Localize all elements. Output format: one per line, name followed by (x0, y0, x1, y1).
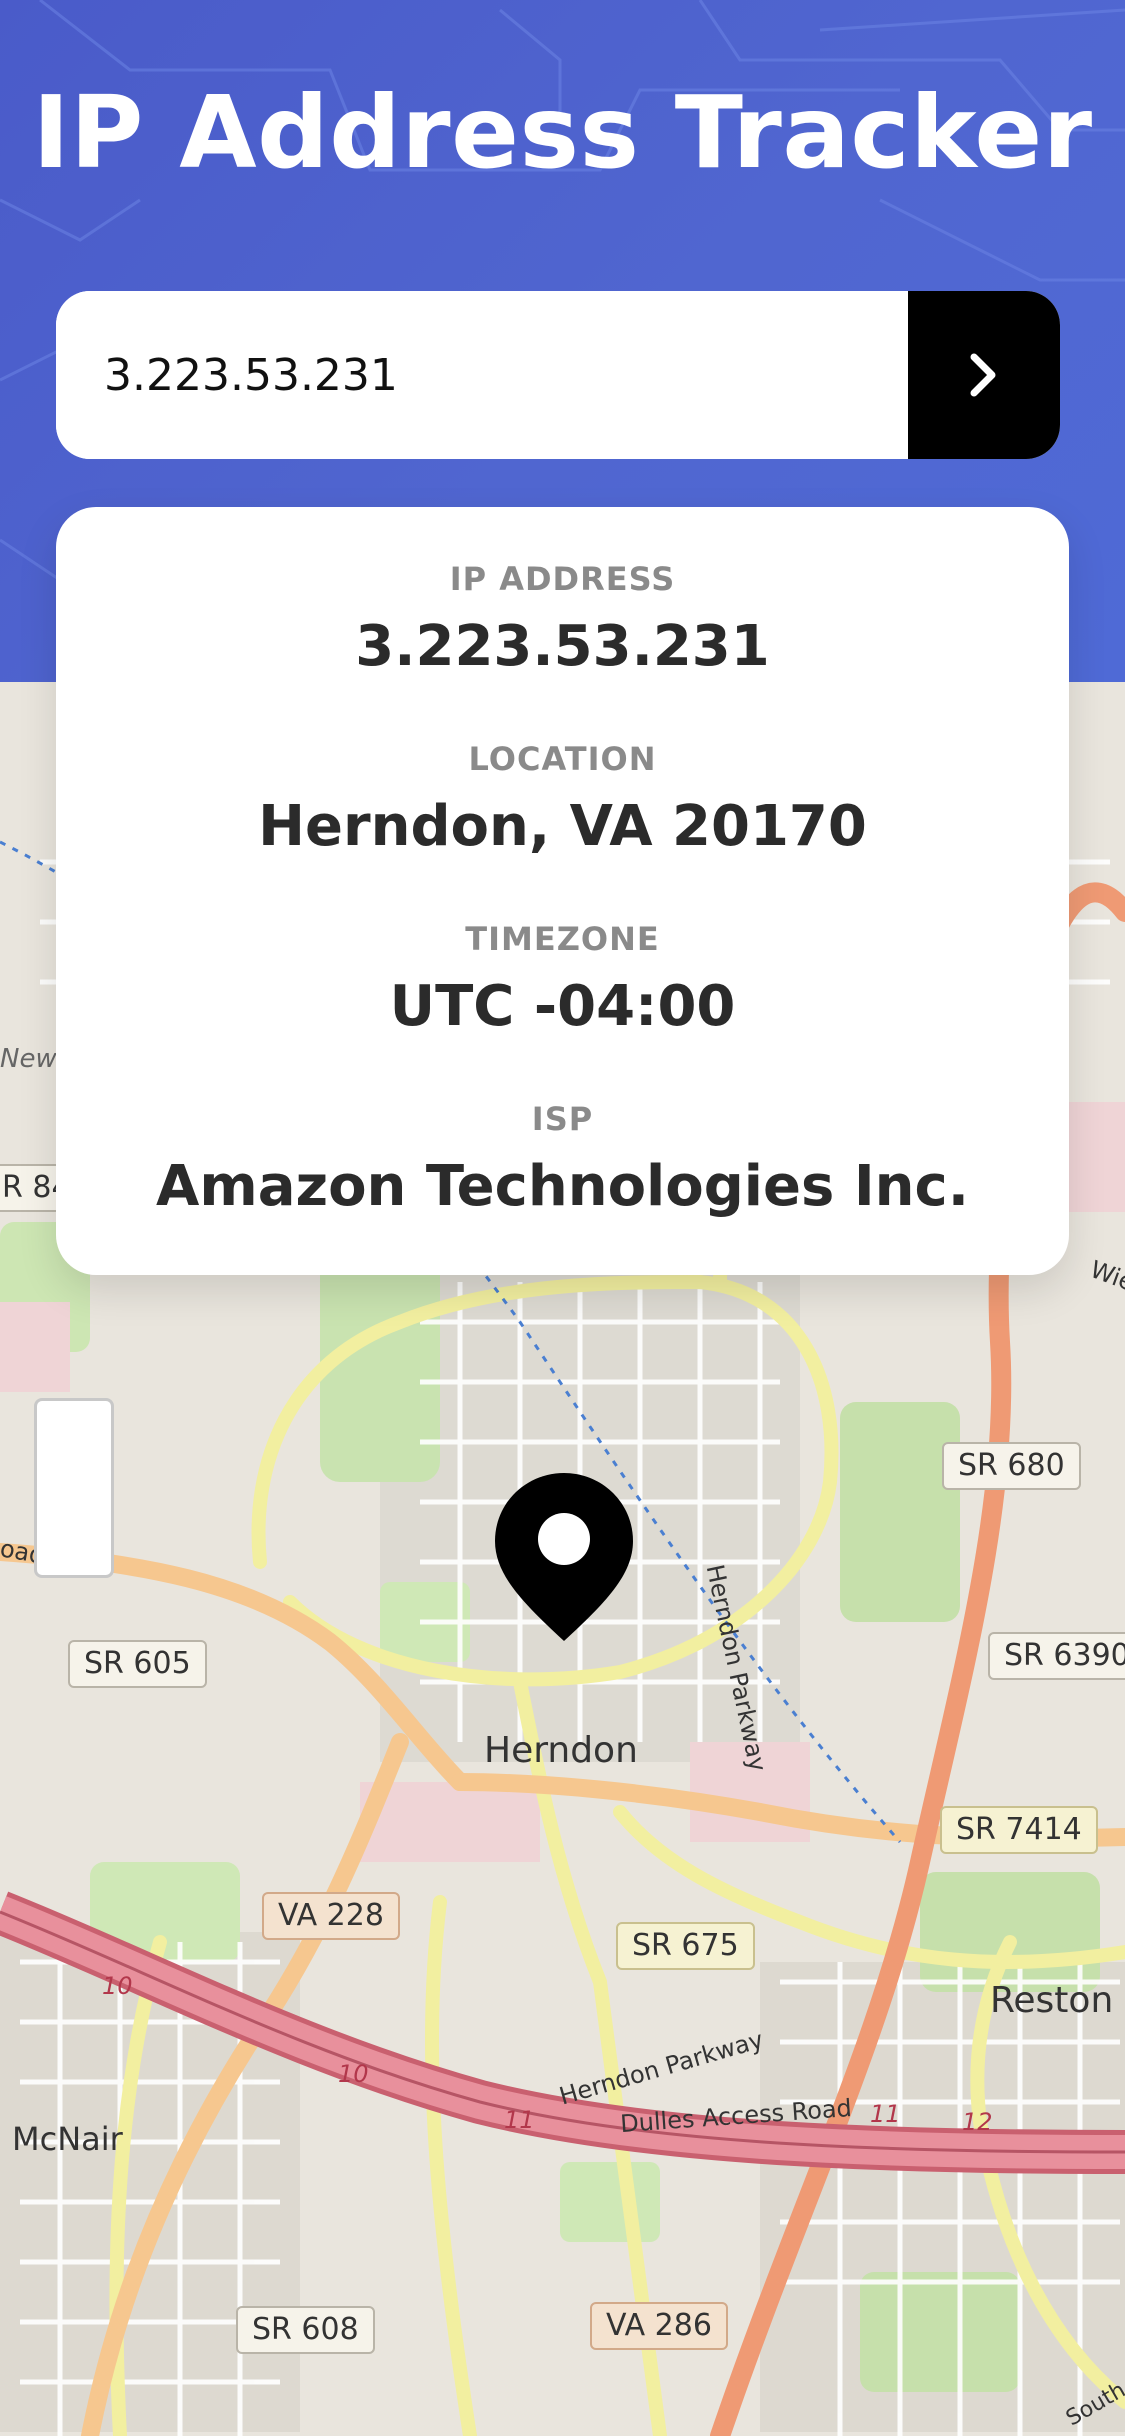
isp-block: ISP Amazon Technologies Inc. (56, 1097, 1069, 1227)
ip-tracker-page: Herndon Reston McNair Dulles Access Road… (0, 0, 1125, 2436)
route-shield: SR 7414 (940, 1806, 1098, 1854)
location-label: LOCATION (468, 740, 657, 778)
map-label-mcnair: McNair (12, 2120, 123, 2158)
isp-value: Amazon Technologies Inc. (156, 1154, 969, 1219)
route-shield: VA 228 (262, 1892, 400, 1940)
ip-address-label: IP ADDRESS (449, 560, 676, 598)
route-shield: VA 286 (590, 2302, 728, 2350)
timezone-value: UTC -04:00 (389, 974, 736, 1039)
location-block: LOCATION Herndon, VA 20170 (56, 737, 1069, 867)
route-shield: SR 605 (68, 1640, 207, 1688)
map-label-reston: Reston (990, 1980, 1114, 2021)
location-value: Herndon, VA 20170 (258, 794, 867, 859)
isp-label: ISP (531, 1100, 594, 1138)
ip-address-value: 3.223.53.231 (355, 614, 770, 679)
route-shield: SR 608 (236, 2306, 375, 2354)
timezone-label: TIMEZONE (465, 920, 660, 958)
route-shield: SR 6390 (988, 1632, 1125, 1680)
map-label-new-fragment: New (0, 1044, 57, 1074)
search-bar (56, 291, 1060, 459)
exit-number: 10 (338, 2060, 369, 2088)
ip-address-block: IP ADDRESS 3.223.53.231 (56, 557, 1069, 687)
exit-number: 12 (962, 2108, 993, 2136)
page-title: IP Address Tracker (32, 74, 1093, 191)
ip-search-input[interactable] (56, 291, 908, 459)
timezone-block: TIMEZONE UTC -04:00 (56, 917, 1069, 1047)
ip-info-card: IP ADDRESS 3.223.53.231 LOCATION Herndon… (56, 507, 1069, 1275)
exit-number: 11 (870, 2100, 901, 2128)
location-pin-icon (495, 1473, 633, 1641)
exit-number: 11 (504, 2106, 535, 2134)
map-label-herndon: Herndon (484, 1730, 638, 1771)
search-submit-button[interactable] (908, 291, 1060, 459)
route-shield: SR 675 (616, 1922, 755, 1970)
route-shield: SR 680 (942, 1442, 1081, 1490)
chevron-right-icon (970, 353, 996, 397)
zoom-control[interactable] (34, 1398, 114, 1578)
exit-number: 10 (102, 1972, 133, 2000)
